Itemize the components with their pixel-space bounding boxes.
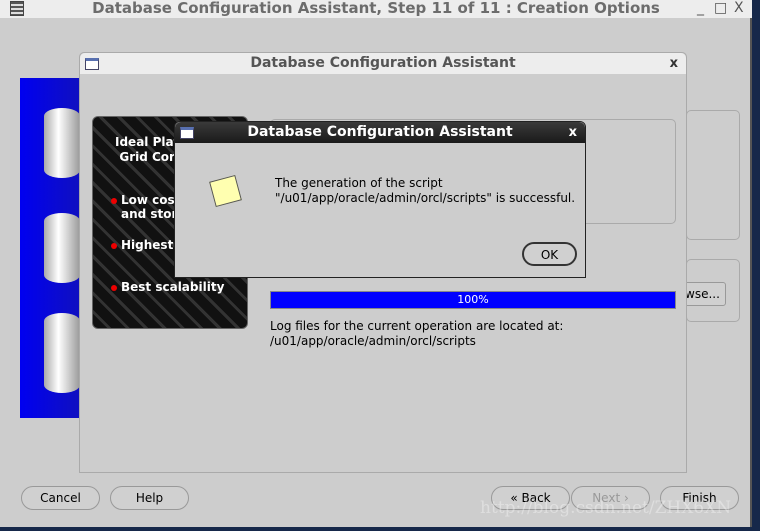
message-text: The generation of the script "/u01/app/o… — [275, 176, 575, 206]
message-dialog-title-bar: Database Configuration Assistant x — [175, 122, 585, 143]
promo-heading: Ideal Plat Grid Cor — [115, 135, 179, 165]
message-line: "/u01/app/oracle/admin/orcl/scripts" is … — [275, 191, 576, 205]
promo-bullet: Best scalability — [111, 280, 224, 294]
window-icon — [85, 58, 99, 70]
promo-heading-line: Grid Cor — [119, 150, 175, 164]
window-icon — [180, 127, 194, 139]
message-line: The generation of the script — [275, 176, 443, 190]
log-info: Log files for the current operation are … — [270, 319, 563, 349]
ok-button[interactable]: OK — [522, 242, 577, 266]
main-title: Database Configuration Assistant, Step 1… — [92, 0, 660, 17]
database-cylinder-icon — [44, 108, 80, 178]
close-icon[interactable]: x — [670, 53, 678, 74]
database-cylinder-icon — [44, 313, 80, 393]
database-cylinder-icon — [44, 213, 80, 283]
help-button[interactable]: Help — [110, 486, 189, 510]
app-icon — [10, 1, 24, 16]
database-banner-image — [20, 78, 80, 418]
progress-bar: 100% — [270, 291, 676, 309]
close-icon[interactable]: x — [569, 122, 577, 143]
progress-dialog-title: Database Configuration Assistant — [250, 55, 516, 71]
note-icon — [209, 174, 242, 208]
main-window: Database Configuration Assistant, Step 1… — [0, 0, 752, 527]
log-label: Log files for the current operation are … — [270, 319, 564, 333]
close-button[interactable]: X — [734, 0, 744, 16]
progress-dialog-title-bar: Database Configuration Assistant x — [80, 53, 686, 74]
watermark: http://blog.csdn.net/ZHX6XN — [480, 498, 732, 518]
cancel-button[interactable]: Cancel — [21, 486, 100, 510]
maximize-button[interactable]: □ — [714, 0, 727, 16]
promo-heading-line: Ideal Plat — [115, 135, 180, 149]
message-dialog: Database Configuration Assistant x The g… — [174, 121, 586, 278]
progress-label: 100% — [457, 293, 489, 306]
option-group — [686, 110, 740, 240]
log-path: /u01/app/oracle/admin/orcl/scripts — [270, 334, 476, 348]
minimize-button[interactable]: _ — [697, 0, 704, 16]
message-dialog-title: Database Configuration Assistant — [247, 124, 513, 140]
main-title-bar: Database Configuration Assistant, Step 1… — [0, 0, 752, 18]
